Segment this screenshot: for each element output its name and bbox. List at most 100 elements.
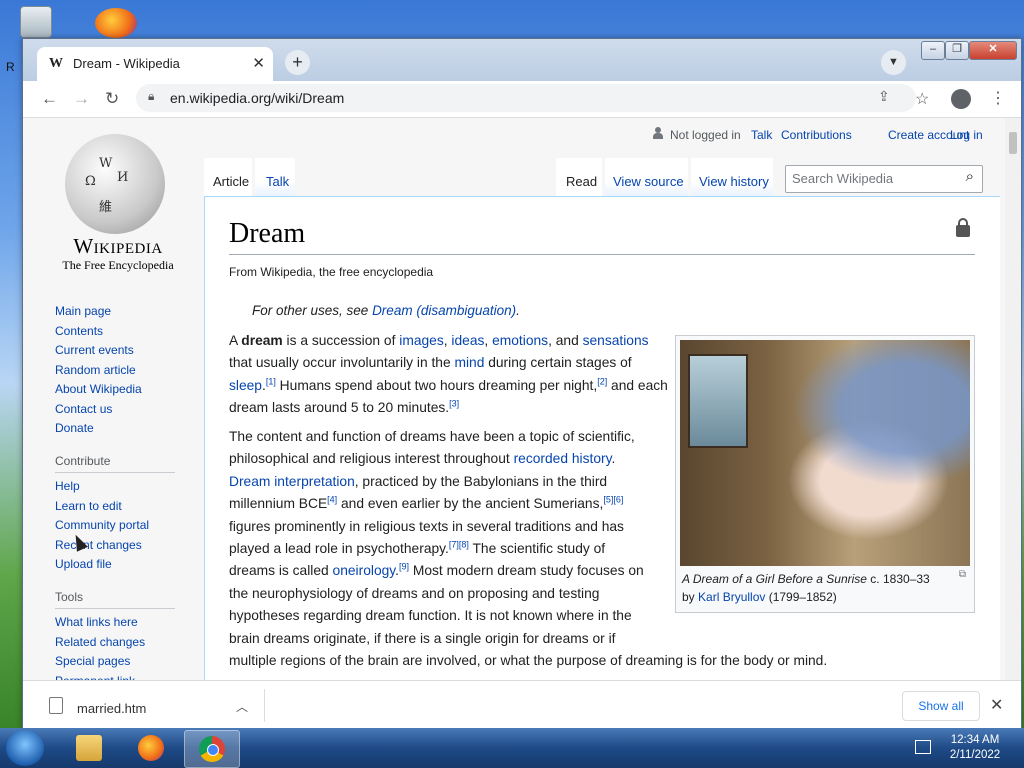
taskbar-firefox[interactable]	[124, 730, 178, 766]
sidebar-contribute: Contribute Help Learn to edit Community …	[55, 454, 175, 575]
title-bar: W Dream - Wikipedia ✕ + ▼ – ❐ ✕	[23, 39, 1021, 81]
maximize-button[interactable]: ❐	[945, 41, 969, 60]
page-scrollbar[interactable]	[1005, 118, 1021, 680]
sidebar-item-permanent-link[interactable]: Permanent link	[55, 672, 175, 681]
sidebar-item-upload-file[interactable]: Upload file	[55, 555, 175, 575]
taskbar-chrome[interactable]	[184, 730, 240, 768]
link-oneirology[interactable]: oneirology	[333, 563, 396, 578]
enlarge-icon[interactable]: ⧉	[959, 569, 966, 580]
link-mind[interactable]: mind	[454, 355, 484, 370]
reload-icon[interactable]: ↻	[105, 89, 119, 109]
globe-glyph-omega: Ω	[85, 174, 96, 189]
profile-icon[interactable]	[951, 89, 971, 109]
taskbar-explorer[interactable]	[62, 730, 116, 766]
sidebar-item-related-changes[interactable]: Related changes	[55, 633, 175, 653]
chrome-icon	[199, 736, 225, 762]
log-in-link[interactable]: Log in	[950, 128, 983, 142]
chevron-up-icon[interactable]: ︿	[236, 698, 248, 715]
clock-date: 2/11/2022	[949, 749, 1001, 761]
star-icon[interactable]: ☆	[915, 89, 929, 109]
lock-icon[interactable]: 🔒︎	[148, 89, 154, 104]
tab-article[interactable]: Article	[213, 174, 249, 189]
show-all-button[interactable]: Show all	[902, 691, 980, 721]
protection-lock-icon[interactable]	[956, 218, 970, 237]
new-tab-button[interactable]: +	[285, 50, 310, 75]
page-title: Dream	[229, 218, 306, 249]
sidebar-item-donate[interactable]: Donate	[55, 419, 142, 439]
link-images[interactable]: images	[399, 333, 443, 348]
sidebar-item-help[interactable]: Help	[55, 477, 175, 497]
wordmark-text: Wikipedia	[73, 234, 163, 258]
sidebar-item-what-links-here[interactable]: What links here	[55, 613, 175, 633]
link-emotions[interactable]: emotions	[492, 333, 548, 348]
contributions-link[interactable]: Contributions	[781, 128, 852, 142]
menu-icon[interactable]: ⋮	[990, 88, 1006, 108]
wikipedia-tagline: The Free Encyclopedia	[62, 258, 174, 272]
browser-window: W Dream - Wikipedia ✕ + ▼ – ❐ ✕ ← → ↻ 🔒︎…	[22, 38, 1022, 730]
taskbar: 12:34 AM 2/11/2022	[0, 728, 1024, 768]
tab-close-icon[interactable]: ✕	[252, 54, 265, 72]
painting-caption: A Dream of a Girl Before a Sunrise c. 18…	[682, 570, 944, 606]
address-bar[interactable]: 🔒︎ en.wikipedia.org/wiki/Dream ⇪	[136, 84, 916, 112]
forward-icon[interactable]: →	[73, 89, 90, 109]
download-bar: married.htm ︿ Show all ✕	[23, 680, 1021, 730]
link-recorded-history[interactable]: recorded history	[514, 451, 612, 466]
search-input[interactable]: Search Wikipedia ⌕	[785, 165, 983, 193]
tab-view-history[interactable]: View history	[699, 174, 769, 189]
painting-image[interactable]	[680, 340, 970, 566]
minimize-button[interactable]: –	[921, 41, 945, 60]
back-icon[interactable]: ←	[41, 89, 58, 109]
tab-read[interactable]: Read	[566, 174, 597, 189]
search-placeholder: Search Wikipedia	[792, 171, 894, 186]
sidebar-item-main-page[interactable]: Main page	[55, 302, 142, 322]
sidebar-item-contact[interactable]: Contact us	[55, 400, 142, 420]
contribute-heading: Contribute	[55, 454, 175, 473]
tab-talk[interactable]: Talk	[266, 174, 289, 189]
painting-window	[688, 354, 748, 448]
sidebar-item-about[interactable]: About Wikipedia	[55, 380, 142, 400]
sidebar-item-special-pages[interactable]: Special pages	[55, 652, 175, 672]
sidebar-item-random-article[interactable]: Random article	[55, 361, 142, 381]
link-sensations[interactable]: sensations	[583, 333, 649, 348]
tab-search-button[interactable]: ▼	[881, 50, 906, 75]
system-clock[interactable]: 12:34 AM 2/11/2022	[940, 733, 1010, 763]
not-logged-in-text: Not logged in	[670, 128, 741, 142]
firefox-desktop-icon[interactable]	[95, 8, 137, 38]
site-subtitle: From Wikipedia, the free encyclopedia	[229, 265, 434, 279]
close-window-button[interactable]: ✕	[969, 41, 1017, 60]
link-dream-interpretation[interactable]: Dream interpretation	[229, 474, 355, 489]
download-file-name[interactable]: married.htm	[77, 701, 146, 716]
caption-author-link[interactable]: Karl Bryullov	[698, 590, 765, 604]
clock-time: 12:34 AM	[950, 734, 1000, 746]
tab-title: Dream - Wikipedia	[73, 56, 180, 71]
sidebar-item-learn-to-edit[interactable]: Learn to edit	[55, 497, 175, 517]
sidebar-tools: Tools What links here Related changes Sp…	[55, 590, 175, 680]
url-text[interactable]: en.wikipedia.org/wiki/Dream	[170, 90, 344, 106]
sidebar-item-contents[interactable]: Contents	[55, 322, 142, 342]
search-icon[interactable]: ⌕	[966, 168, 974, 185]
wikipedia-favicon-icon: W	[49, 56, 63, 71]
personal-talk-link[interactable]: Talk	[751, 128, 772, 142]
network-icon[interactable]	[915, 740, 931, 754]
title-divider	[229, 254, 975, 255]
hatnote: For other uses, see Dream (disambiguatio…	[252, 303, 520, 318]
start-button[interactable]	[6, 730, 44, 766]
tools-heading: Tools	[55, 590, 175, 609]
sidebar-item-community-portal[interactable]: Community portal	[55, 516, 175, 536]
recycle-bin-icon[interactable]	[20, 6, 52, 38]
folder-icon	[76, 735, 102, 761]
wikipedia-wordmark[interactable]: Wikipedia	[55, 234, 181, 259]
tab-view-source[interactable]: View source	[613, 174, 684, 189]
page-viewport: W Ω И 維 Wikipedia The Free Encyclopedia …	[23, 118, 1021, 680]
close-download-bar-icon[interactable]: ✕	[990, 695, 1003, 715]
intro-paragraph: A dream is a succession of images, ideas…	[229, 333, 668, 416]
wikipedia-globe-logo[interactable]: W Ω И 維	[65, 134, 165, 234]
hatnote-link[interactable]: Dream (disambiguation)	[372, 303, 516, 318]
link-ideas[interactable]: ideas	[451, 333, 484, 348]
tab-dream[interactable]: W Dream - Wikipedia ✕	[37, 47, 273, 81]
desktop-fragment: R	[6, 60, 15, 74]
share-icon[interactable]: ⇪	[878, 88, 890, 105]
sidebar-item-current-events[interactable]: Current events	[55, 341, 142, 361]
scrollbar-thumb[interactable]	[1009, 132, 1017, 154]
link-sleep[interactable]: sleep	[229, 378, 262, 393]
